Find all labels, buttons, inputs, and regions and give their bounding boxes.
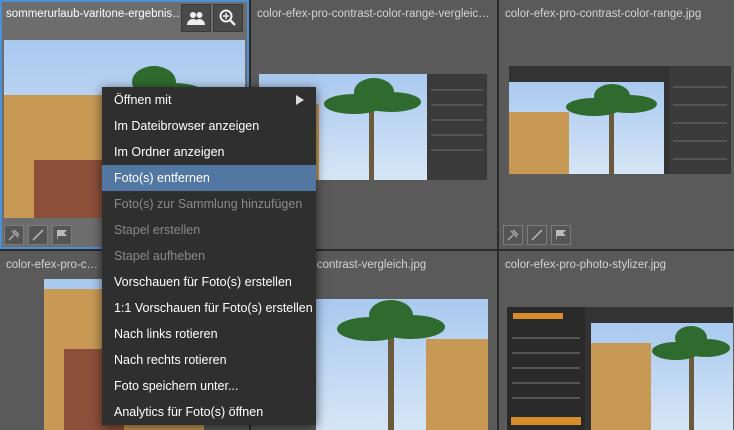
menu-item-save-photo-as[interactable]: Foto speichern unter... xyxy=(102,373,316,399)
pick-toggle[interactable] xyxy=(4,225,24,245)
tile-title: color-efex-pro-contrast-color-range-verg… xyxy=(257,8,493,20)
menu-item-label: Öffnen mit xyxy=(114,93,172,107)
context-menu: Öffnen mit Im Dateibrowser anzeigen Im O… xyxy=(102,87,316,425)
pin-off-icon xyxy=(507,229,519,241)
tile-title: sommerurlaub-varitone-ergebnis.j... xyxy=(6,8,186,20)
photo-tile[interactable]: color-efex-pro-contrast-color-range.jpg xyxy=(499,0,734,249)
menu-item-rotate-right[interactable]: Nach rechts rotieren xyxy=(102,347,316,373)
tile-title: color-efex-pro-contr xyxy=(6,259,102,271)
submenu-arrow-icon xyxy=(296,95,304,105)
photo-tile[interactable]: color-efex-pro-photo-stylizer.jpg xyxy=(499,251,734,430)
tile-title: color-efex-pro-contrast-color-range.jpg xyxy=(505,8,702,20)
tile-action-bar xyxy=(503,225,571,245)
tile-title: color-efex-pro-photo-stylizer.jpg xyxy=(505,259,667,271)
menu-item-create-previews[interactable]: Vorschauen für Foto(s) erstellen xyxy=(102,269,316,295)
flag-icon xyxy=(556,230,566,241)
flag-toggle[interactable] xyxy=(551,225,571,245)
menu-item-open-analytics[interactable]: Analytics für Foto(s) öffnen xyxy=(102,399,316,425)
reject-toggle[interactable] xyxy=(527,225,547,245)
zoom-button[interactable] xyxy=(213,4,243,32)
menu-item-add-to-collection: Foto(s) zur Sammlung hinzufügen xyxy=(114,197,303,211)
slash-box-icon xyxy=(531,229,543,241)
tile-title: -contrast-vergleich.jpg xyxy=(313,259,427,271)
plugin-panel xyxy=(427,74,487,180)
flag-toggle[interactable] xyxy=(52,225,72,245)
menu-item-show-in-folder[interactable]: Im Ordner anzeigen xyxy=(102,139,316,165)
photo-thumbnail xyxy=(316,299,488,430)
flag-icon xyxy=(57,230,67,241)
plugin-panel xyxy=(669,66,731,174)
tile-header-buttons xyxy=(181,4,243,32)
zoom-in-icon xyxy=(219,9,236,26)
menu-item-open-with[interactable]: Öffnen mit xyxy=(102,87,316,113)
menu-item-create-1to1-previews[interactable]: 1:1 Vorschauen für Foto(s) erstellen xyxy=(102,295,316,321)
pick-toggle[interactable] xyxy=(503,225,523,245)
photo-thumbnail xyxy=(509,66,731,174)
menu-item-rotate-left[interactable]: Nach links rotieren xyxy=(102,321,316,347)
menu-item-unstack: Stapel aufheben xyxy=(114,249,206,263)
people-button[interactable] xyxy=(181,4,211,32)
pin-off-icon xyxy=(8,229,20,241)
photo-thumbnail xyxy=(507,307,733,430)
people-icon xyxy=(187,12,205,25)
tile-action-bar xyxy=(4,225,72,245)
menu-item-create-stack: Stapel erstellen xyxy=(114,223,201,237)
plugin-panel xyxy=(507,307,585,430)
menu-item-remove-photos[interactable]: Foto(s) entfernen xyxy=(102,165,316,191)
menu-item-show-in-file-browser[interactable]: Im Dateibrowser anzeigen xyxy=(102,113,316,139)
reject-toggle[interactable] xyxy=(28,225,48,245)
slash-box-icon xyxy=(32,229,44,241)
